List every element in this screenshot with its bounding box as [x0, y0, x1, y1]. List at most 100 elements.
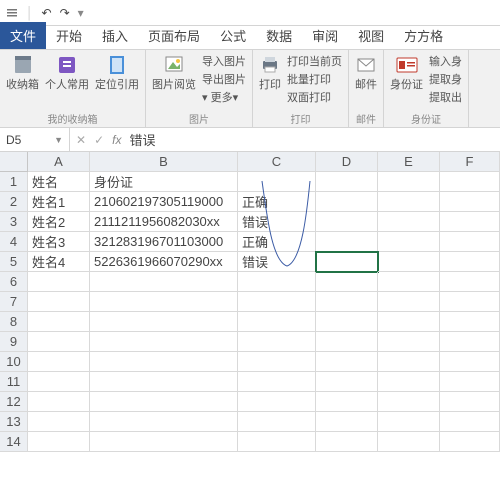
- cell-C1[interactable]: [238, 172, 316, 192]
- cell-A14[interactable]: [28, 432, 90, 452]
- cell-A8[interactable]: [28, 312, 90, 332]
- cell-D4[interactable]: [316, 232, 378, 252]
- cell-A4[interactable]: 姓名3: [28, 232, 90, 252]
- cancel-icon[interactable]: ✕: [76, 133, 86, 147]
- cell-D1[interactable]: [316, 172, 378, 192]
- row-header-11[interactable]: 11: [0, 372, 28, 392]
- cell-D9[interactable]: [316, 332, 378, 352]
- cell-F4[interactable]: [440, 232, 500, 252]
- image-view-button[interactable]: 图片阅览: [152, 53, 196, 91]
- row-header-10[interactable]: 10: [0, 352, 28, 372]
- col-header-F[interactable]: F: [440, 152, 500, 172]
- storage-box-button[interactable]: 收纳箱: [6, 53, 39, 91]
- cell-A2[interactable]: 姓名1: [28, 192, 90, 212]
- col-header-C[interactable]: C: [238, 152, 316, 172]
- cell-B5[interactable]: 5226361966070290xx: [90, 252, 238, 272]
- cell-D10[interactable]: [316, 352, 378, 372]
- id-input-button[interactable]: 输入身: [429, 53, 462, 69]
- cell-C6[interactable]: [238, 272, 316, 292]
- cell-D6[interactable]: [316, 272, 378, 292]
- row-header-4[interactable]: 4: [0, 232, 28, 252]
- formula-bar[interactable]: 错误: [129, 130, 494, 149]
- image-more-button[interactable]: ▾ 更多▾: [202, 89, 246, 105]
- chevron-down-icon[interactable]: ▼: [54, 135, 63, 145]
- cell-F10[interactable]: [440, 352, 500, 372]
- cell-F6[interactable]: [440, 272, 500, 292]
- cell-B11[interactable]: [90, 372, 238, 392]
- tab-page-layout[interactable]: 页面布局: [138, 22, 210, 49]
- cell-E4[interactable]: [378, 232, 440, 252]
- cell-B2[interactable]: 210602197305119000: [90, 192, 238, 212]
- cell-F11[interactable]: [440, 372, 500, 392]
- qat-dropdown-icon[interactable]: ▾: [78, 6, 84, 20]
- cell-C14[interactable]: [238, 432, 316, 452]
- cell-C4[interactable]: 正确: [238, 232, 316, 252]
- cell-E10[interactable]: [378, 352, 440, 372]
- cell-E1[interactable]: [378, 172, 440, 192]
- cell-B7[interactable]: [90, 292, 238, 312]
- cell-C12[interactable]: [238, 392, 316, 412]
- cell-A7[interactable]: [28, 292, 90, 312]
- qat-menu-icon[interactable]: [6, 7, 18, 19]
- tab-insert[interactable]: 插入: [92, 22, 138, 49]
- worksheet[interactable]: ABCDEF1姓名身份证2姓名1210602197305119000正确3姓名2…: [0, 152, 500, 452]
- name-box[interactable]: D5 ▼: [0, 128, 70, 151]
- cell-B3[interactable]: 2111211956082030xx: [90, 212, 238, 232]
- cell-D5[interactable]: [316, 252, 378, 272]
- id-card-button[interactable]: 身份证: [390, 53, 423, 91]
- col-header-E[interactable]: E: [378, 152, 440, 172]
- cell-B6[interactable]: [90, 272, 238, 292]
- cell-C10[interactable]: [238, 352, 316, 372]
- cell-D14[interactable]: [316, 432, 378, 452]
- cell-D13[interactable]: [316, 412, 378, 432]
- cell-B1[interactable]: 身份证: [90, 172, 238, 192]
- cell-A10[interactable]: [28, 352, 90, 372]
- cell-F9[interactable]: [440, 332, 500, 352]
- cell-F8[interactable]: [440, 312, 500, 332]
- cell-E11[interactable]: [378, 372, 440, 392]
- row-header-14[interactable]: 14: [0, 432, 28, 452]
- col-header-B[interactable]: B: [90, 152, 238, 172]
- tab-home[interactable]: 开始: [46, 22, 92, 49]
- cell-C2[interactable]: 正确: [238, 192, 316, 212]
- cell-A3[interactable]: 姓名2: [28, 212, 90, 232]
- redo-icon[interactable]: ↷: [60, 6, 70, 20]
- cell-B8[interactable]: [90, 312, 238, 332]
- cell-E5[interactable]: [378, 252, 440, 272]
- cell-B10[interactable]: [90, 352, 238, 372]
- cell-C3[interactable]: 错误: [238, 212, 316, 232]
- cell-E12[interactable]: [378, 392, 440, 412]
- cell-C9[interactable]: [238, 332, 316, 352]
- col-header-D[interactable]: D: [316, 152, 378, 172]
- cell-C8[interactable]: [238, 312, 316, 332]
- cell-C5[interactable]: 错误: [238, 252, 316, 272]
- duplex-print-button[interactable]: 双面打印: [287, 89, 342, 105]
- fx-icon[interactable]: fx: [112, 133, 121, 147]
- cell-A9[interactable]: [28, 332, 90, 352]
- undo-icon[interactable]: ↶: [42, 6, 52, 20]
- cell-A1[interactable]: 姓名: [28, 172, 90, 192]
- cell-F3[interactable]: [440, 212, 500, 232]
- cell-F7[interactable]: [440, 292, 500, 312]
- cell-E13[interactable]: [378, 412, 440, 432]
- select-all-corner[interactable]: [0, 152, 28, 172]
- row-header-13[interactable]: 13: [0, 412, 28, 432]
- tab-data[interactable]: 数据: [256, 22, 302, 49]
- cell-E8[interactable]: [378, 312, 440, 332]
- cell-D8[interactable]: [316, 312, 378, 332]
- row-header-2[interactable]: 2: [0, 192, 28, 212]
- cell-F1[interactable]: [440, 172, 500, 192]
- cell-F14[interactable]: [440, 432, 500, 452]
- print-button[interactable]: 打印: [259, 53, 281, 91]
- row-header-7[interactable]: 7: [0, 292, 28, 312]
- id-extract2-button[interactable]: 提取出: [429, 89, 462, 105]
- row-header-1[interactable]: 1: [0, 172, 28, 192]
- tab-view[interactable]: 视图: [348, 22, 394, 49]
- cell-F5[interactable]: [440, 252, 500, 272]
- cell-E14[interactable]: [378, 432, 440, 452]
- cell-A11[interactable]: [28, 372, 90, 392]
- cell-B12[interactable]: [90, 392, 238, 412]
- print-current-button[interactable]: 打印当前页: [287, 53, 342, 69]
- cell-E6[interactable]: [378, 272, 440, 292]
- row-header-9[interactable]: 9: [0, 332, 28, 352]
